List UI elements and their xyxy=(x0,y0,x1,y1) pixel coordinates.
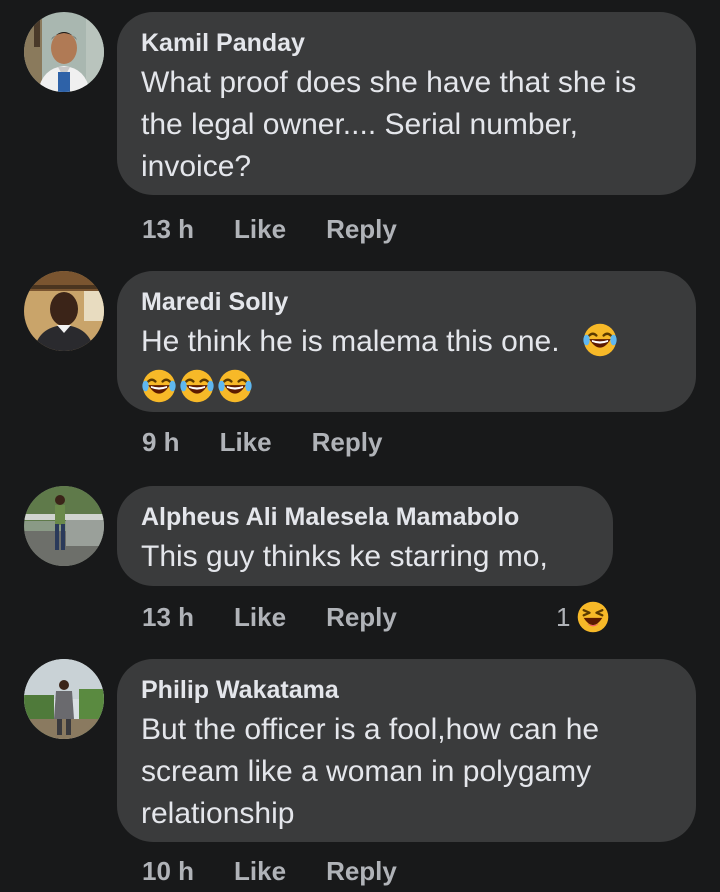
comment-author[interactable]: Alpheus Ali Malesela Mamabolo xyxy=(141,502,588,532)
comment-text: What proof does she have that she is the… xyxy=(141,66,637,183)
comment-bubble: Kamil Panday What proof does she have th… xyxy=(117,12,696,195)
comment-time[interactable]: 10 h xyxy=(142,856,194,887)
reply-button[interactable]: Reply xyxy=(326,214,397,245)
comment-text: But the officer is a fool,how can he scr… xyxy=(141,713,600,830)
comment-text: This guy thinks ke starring mo, xyxy=(141,540,548,573)
haha-reaction-icon xyxy=(576,600,610,634)
comment-actions: 10 h Like Reply xyxy=(142,856,397,887)
comment-time[interactable]: 9 h xyxy=(142,427,180,458)
comment-text-wrap: He think he is malema this one. xyxy=(141,321,641,405)
reaction-summary[interactable]: 1 xyxy=(556,600,610,634)
like-button[interactable]: Like xyxy=(234,856,286,887)
like-button[interactable]: Like xyxy=(220,427,272,458)
comment-bubble: Maredi Solly He think he is malema this … xyxy=(117,271,696,412)
avatar[interactable] xyxy=(24,271,104,351)
reply-button[interactable]: Reply xyxy=(312,427,383,458)
like-button[interactable]: Like xyxy=(234,214,286,245)
comment-author[interactable]: Philip Wakatama xyxy=(141,675,671,705)
avatar[interactable] xyxy=(24,12,104,92)
laughing-tears-emoji xyxy=(141,368,177,404)
reply-button[interactable]: Reply xyxy=(326,602,397,633)
comment-text: He think he is malema this one. xyxy=(141,325,560,358)
comment-author[interactable]: Kamil Panday xyxy=(141,28,671,58)
comment-author[interactable]: Maredi Solly xyxy=(141,287,671,317)
reply-button[interactable]: Reply xyxy=(326,856,397,887)
comment-actions: 13 h Like Reply xyxy=(142,602,397,633)
laughing-tears-emoji xyxy=(179,368,215,404)
comment-bubble: Philip Wakatama But the officer is a foo… xyxy=(117,659,696,842)
comment-time[interactable]: 13 h xyxy=(142,214,194,245)
avatar[interactable] xyxy=(24,659,104,739)
comment-time[interactable]: 13 h xyxy=(142,602,194,633)
comment-actions: 13 h Like Reply xyxy=(142,214,397,245)
comment-actions: 9 h Like Reply xyxy=(142,427,382,458)
avatar[interactable] xyxy=(24,486,104,566)
laughing-tears-emoji xyxy=(217,368,253,404)
laughing-tears-emoji xyxy=(582,322,618,358)
reaction-count: 1 xyxy=(556,601,571,632)
comment-bubble: Alpheus Ali Malesela Mamabolo This guy t… xyxy=(117,486,613,586)
like-button[interactable]: Like xyxy=(234,602,286,633)
